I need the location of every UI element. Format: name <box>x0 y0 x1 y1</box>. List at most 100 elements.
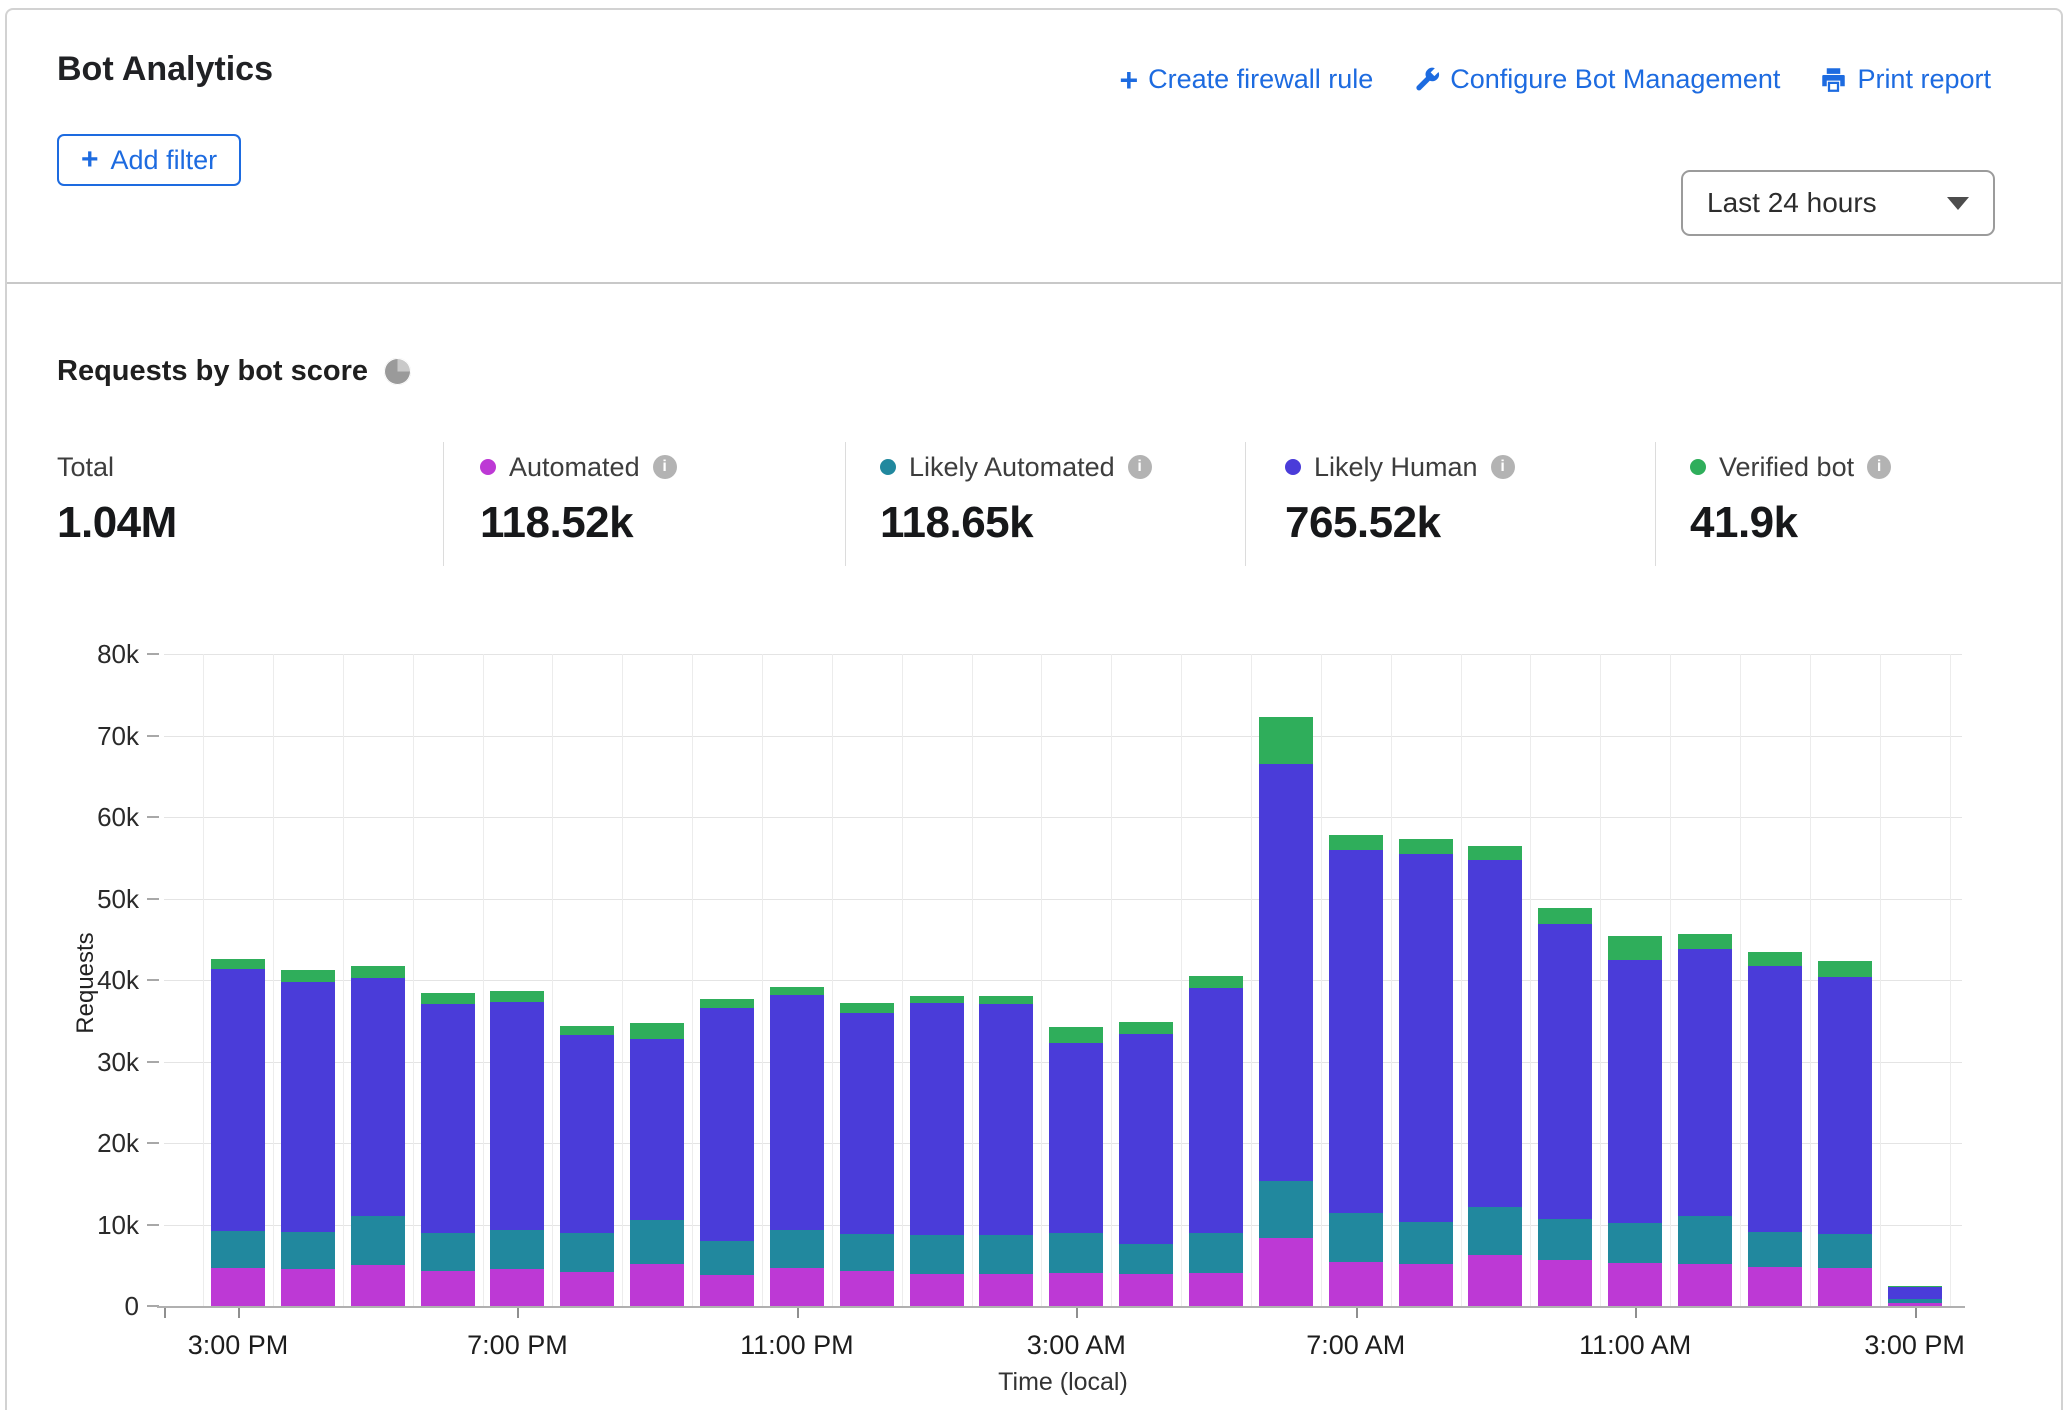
bar-segment-likely-automated <box>910 1235 964 1274</box>
bar-11-00-pm[interactable] <box>770 987 824 1306</box>
bar-segment-likely-automated <box>840 1234 894 1271</box>
bar-7-00-pm[interactable] <box>490 991 544 1306</box>
bar-segment-automated <box>490 1269 544 1306</box>
gridline-vertical <box>622 654 623 1306</box>
bar-segment-likely-human <box>560 1035 614 1233</box>
bar-segment-likely-human <box>840 1013 894 1235</box>
bar-9-00-pm[interactable] <box>630 1023 684 1306</box>
bar-segment-likely-automated <box>351 1216 405 1265</box>
bar-segment-automated <box>840 1271 894 1306</box>
bar-segment-likely-human <box>1049 1043 1103 1234</box>
bar-4-00-pm[interactable] <box>281 970 335 1306</box>
x-axis-tick <box>1356 1308 1358 1318</box>
bar-segment-likely-automated <box>1189 1233 1243 1274</box>
gridline-vertical <box>203 654 204 1306</box>
y-axis-caption: Requests <box>72 921 102 1045</box>
bar-segment-likely-automated <box>1888 1299 1942 1303</box>
bar-segment-likely-human <box>1399 854 1453 1222</box>
requests-chart: 010k20k30k40k50k60k70k80k3:00 PM7:00 PM1… <box>7 10 2061 1410</box>
bar-segment-likely-automated <box>421 1233 475 1271</box>
y-axis-label: 50k <box>7 884 139 915</box>
gridline-vertical <box>1950 654 1951 1306</box>
bar-segment-verified-bot <box>700 999 754 1008</box>
bar-1-00-pm[interactable] <box>1748 952 1802 1306</box>
y-axis-tick <box>147 979 159 981</box>
bar-segment-automated <box>1608 1263 1662 1306</box>
bar-3-00-pm[interactable] <box>211 959 265 1306</box>
gridline-vertical <box>762 654 763 1306</box>
bar-segment-verified-bot <box>840 1003 894 1013</box>
bar-segment-likely-automated <box>281 1232 335 1269</box>
bar-11-00-am[interactable] <box>1608 936 1662 1306</box>
bar-2-00-am[interactable] <box>979 996 1033 1306</box>
x-axis-label: 3:00 AM <box>986 1330 1166 1361</box>
bar-5-00-pm[interactable] <box>351 966 405 1306</box>
bar-8-00-pm[interactable] <box>560 1026 614 1306</box>
x-axis-tick <box>1915 1308 1917 1318</box>
bar-segment-likely-human <box>1888 1286 1942 1298</box>
x-axis-label: 7:00 AM <box>1266 1330 1446 1361</box>
bar-segment-verified-bot <box>560 1026 614 1034</box>
bar-segment-verified-bot <box>1678 934 1732 949</box>
bar-3-00-pm[interactable] <box>1888 1286 1942 1306</box>
bar-segment-automated <box>1818 1268 1872 1306</box>
x-axis-line <box>157 1306 1965 1308</box>
bar-segment-automated <box>630 1264 684 1306</box>
bar-segment-verified-bot <box>1399 839 1453 854</box>
bar-segment-verified-bot <box>1119 1022 1173 1033</box>
gridline-vertical <box>552 654 553 1306</box>
bar-9-00-am[interactable] <box>1468 846 1522 1306</box>
bar-segment-verified-bot <box>1748 952 1802 966</box>
bar-segment-likely-human <box>910 1003 964 1235</box>
x-axis-label: 3:00 PM <box>148 1330 328 1361</box>
gridline-vertical <box>972 654 973 1306</box>
bar-segment-likely-automated <box>1678 1216 1732 1263</box>
bar-3-00-am[interactable] <box>1049 1027 1103 1306</box>
bar-segment-automated <box>1329 1262 1383 1306</box>
bar-segment-likely-automated <box>1329 1213 1383 1262</box>
bar-segment-verified-bot <box>1818 961 1872 976</box>
bar-segment-likely-automated <box>700 1241 754 1275</box>
bar-segment-likely-human <box>1329 850 1383 1213</box>
bar-10-00-pm[interactable] <box>700 999 754 1306</box>
x-axis-tick <box>1635 1308 1637 1318</box>
x-axis-label: 3:00 PM <box>1825 1330 2005 1361</box>
bar-segment-verified-bot <box>490 991 544 1002</box>
bar-segment-likely-human <box>1119 1034 1173 1244</box>
bar-segment-verified-bot <box>1189 976 1243 988</box>
bar-segment-automated <box>700 1275 754 1306</box>
bar-segment-verified-bot <box>910 996 964 1003</box>
bar-6-00-pm[interactable] <box>421 993 475 1306</box>
y-axis-label: 30k <box>7 1047 139 1078</box>
bar-7-00-am[interactable] <box>1329 835 1383 1306</box>
bar-6-00-am[interactable] <box>1259 717 1313 1306</box>
y-axis-tick <box>147 1224 159 1226</box>
bar-2-00-pm[interactable] <box>1818 961 1872 1306</box>
x-axis-tick <box>1076 1308 1078 1318</box>
gridline-vertical <box>1461 654 1462 1306</box>
bar-4-00-am[interactable] <box>1119 1022 1173 1306</box>
bar-segment-verified-bot <box>1608 936 1662 960</box>
gridline-vertical <box>1740 654 1741 1306</box>
bar-segment-likely-automated <box>1748 1232 1802 1267</box>
bar-1-00-am[interactable] <box>910 996 964 1306</box>
gridline-vertical <box>1181 654 1182 1306</box>
bar-10-00-am[interactable] <box>1538 908 1592 1306</box>
bar-segment-automated <box>1049 1273 1103 1306</box>
gridline-vertical <box>1600 654 1601 1306</box>
bar-12-00-pm[interactable] <box>1678 934 1732 1306</box>
y-axis-label: 0 <box>7 1291 139 1322</box>
x-axis-label: 11:00 AM <box>1545 1330 1725 1361</box>
bar-segment-likely-human <box>1538 924 1592 1219</box>
bar-5-00-am[interactable] <box>1189 976 1243 1306</box>
gridline-vertical <box>413 654 414 1306</box>
bar-12-00-am[interactable] <box>840 1003 894 1306</box>
x-axis-tick <box>164 1308 166 1318</box>
gridline-vertical <box>1391 654 1392 1306</box>
bar-segment-automated <box>1119 1274 1173 1306</box>
bar-segment-likely-automated <box>1818 1234 1872 1267</box>
bar-segment-automated <box>351 1265 405 1306</box>
bar-8-00-am[interactable] <box>1399 839 1453 1306</box>
bar-segment-likely-automated <box>490 1230 544 1268</box>
y-axis-label: 70k <box>7 721 139 752</box>
